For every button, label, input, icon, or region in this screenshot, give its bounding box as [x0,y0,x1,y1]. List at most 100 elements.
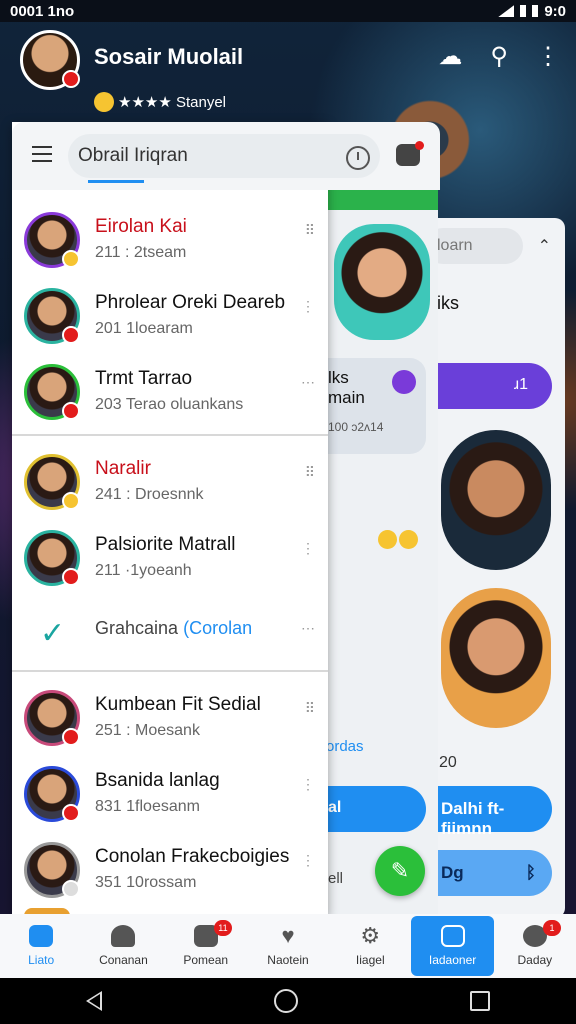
contact-sub: 351 10rossam [95,874,197,891]
status-bar: 0001 1no 9:0 [0,0,576,22]
smile-emoji-icon [94,92,114,112]
bottom-nav: Liato Conanan 11 Pomean ♥ Naotein ⚙ Iiag… [0,914,576,978]
search-bar [12,122,440,190]
more-icon[interactable]: ⋯ [301,620,316,637]
back-number: 20 [439,754,457,771]
contact-name: Palsiorite Matrall [95,534,236,555]
contact-sub: 241 : Droesnnk [95,486,204,503]
list-item[interactable]: Conolan Frakecboigies 351 10rossam ⋮ [12,830,328,906]
emoji-reactions [378,530,418,552]
back-icon[interactable] [86,991,102,1011]
back-message-bubble[interactable]: Dg ᛒ [425,850,552,896]
contact-sub: 831 1floesanm [95,798,200,815]
avatar [24,212,80,268]
nav-label: Liato [28,953,55,967]
nav-badge: 1 [543,920,562,936]
contact-name: Trmt Tarrao [95,368,193,389]
compose-icon [440,925,465,947]
contact-name: Eirolan Kai [95,216,187,237]
avatar [24,766,80,822]
nav-compose[interactable]: Iadaoner [411,916,494,976]
more-icon[interactable]: ⋮ [301,298,316,315]
avatar [24,364,80,420]
status-left-text: 0001 1no [10,2,75,20]
list-item[interactable]: Bsanida lanlag 831 1floesanm ⋮ [12,754,328,830]
portrait-image [441,430,551,570]
profile-notification-badge [62,70,80,88]
home-circle-icon[interactable] [274,989,298,1013]
nav-badge: 11 [213,920,232,936]
more-vert-icon[interactable]: ⋮ [536,42,560,71]
contact-sub: 201 1loearam [95,320,193,337]
portrait-image [441,588,551,728]
avatar [24,690,80,746]
battery-bar-icon [532,5,539,17]
back-message-pill[interactable]: ɹ1 [425,363,552,409]
heart-icon: ♥ [281,923,295,948]
clock-icon[interactable] [346,146,370,170]
list-item[interactable]: Kumbean Fit Sedial 251 : Moesank ⠿ [12,678,328,754]
bell-icon [111,925,136,947]
camera-icon[interactable] [396,141,424,166]
contact-sub: 211 : 2tseam [95,244,187,261]
recent-apps-icon[interactable] [470,991,490,1011]
status-dot-icon [392,370,416,394]
drag-handle-icon[interactable]: ⠿ [305,222,316,239]
avatar [24,454,80,510]
profile-name: Sosair Muolail [94,44,244,69]
nav-home[interactable]: Liato [0,914,82,978]
profile-status-text: ★★★★ Stanyel [118,94,226,111]
list-item[interactable]: Naralir 241 : Droesnnk ⠿ [12,442,328,518]
list-item[interactable]: Eirolan Kai 211 : 2tseam ⠿ [12,200,328,276]
nav-messages[interactable]: 11 Pomean [165,914,247,978]
action-row[interactable]: ✓ Grahcaina (Corolan ⋯ [12,594,328,664]
mid-message-bubble[interactable]: lks main 100 ɔ2ʌ14 [320,358,426,454]
cloud-icon[interactable]: ☁ [438,42,462,71]
more-icon[interactable]: ⋮ [301,540,316,557]
contact-list: Eirolan Kai 211 : 2tseam ⠿ Phrolear Orek… [12,200,328,906]
avatar [24,288,80,344]
drag-handle-icon[interactable]: ⠿ [305,700,316,717]
list-item[interactable]: Trmt Tarrao 203 Terao oluankans ⋯ [12,352,328,428]
menu-icon[interactable] [32,146,52,162]
more-icon[interactable]: ⋮ [301,776,316,793]
list-item[interactable]: Phrolear Oreki Deareb 201 1loearam ⋮ [12,276,328,352]
search-input[interactable] [68,134,380,178]
more-icon[interactable]: ⋯ [301,374,316,391]
nav-profile[interactable]: 1 Daday [494,914,576,978]
mid-link-text[interactable]: ordas [326,738,364,755]
home-icon [29,925,54,947]
signal-icon [498,5,515,17]
action-row-text: Grahcaina (Corolan [95,618,252,639]
nav-label: Daday [517,953,553,967]
chevron-icon[interactable]: ⌃ [538,236,551,256]
list-item[interactable]: Palsiorite Matrall 211 ·1yoeanh ⋮ [12,518,328,594]
divider [12,670,328,672]
contact-sub: 211 ·1yoeanh [95,562,192,579]
portrait-image [334,224,430,340]
status-time: 9:0 [544,2,566,20]
contact-name: Conolan Frakecboigies [95,846,290,867]
mid-green-strip [320,190,438,210]
nav-notifications[interactable]: Conanan [82,914,164,978]
avatar [24,842,80,898]
back-message-bubble[interactable]: Dalhi ft-fiimnn [425,786,552,838]
more-icon[interactable]: ⋮ [301,852,316,869]
header-actions: ☁ ⚲ ⋮ [438,42,560,71]
profile-status: ★★★★ Stanyel [94,92,226,112]
nav-settings[interactable]: ⚙ Iiagel [329,914,411,978]
drag-handle-icon[interactable]: ⠿ [305,464,316,481]
back-search-field[interactable]: loarn [425,228,523,264]
contact-name: Phrolear Oreki Deareb [95,292,286,313]
middle-chat-card: lks main 100 ɔ2ʌ14 ordas al ell [320,190,438,914]
divider [12,434,328,436]
nav-favorites[interactable]: ♥ Naotein [247,914,329,978]
mid-blue-bubble[interactable]: al [320,786,426,832]
status-icons: 9:0 [498,3,566,20]
compose-icon: ✎ [390,858,410,883]
compose-fab[interactable]: ✎ [375,846,425,896]
nav-label: Conanan [99,953,148,967]
action-link[interactable]: (Corolan [183,618,252,638]
search-icon[interactable]: ⚲ [490,42,508,71]
gear-icon: ⚙ [360,923,381,948]
